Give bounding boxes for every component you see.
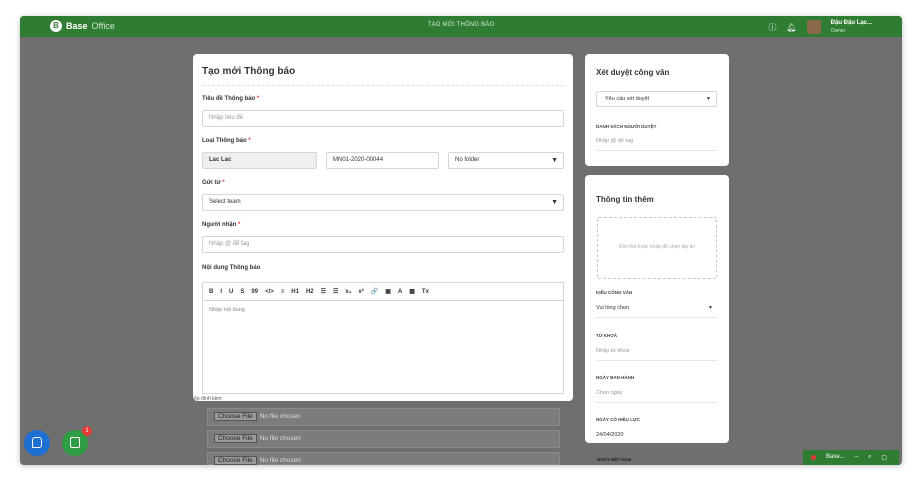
attachments-label: Tệp đính kèm: [191, 396, 222, 402]
to-input[interactable]: Nhập @ để tag: [202, 236, 564, 253]
ordered-list-icon[interactable]: ☰: [321, 288, 326, 295]
issue-date-label: NGÀY BAN HÀNH: [596, 375, 635, 380]
align-icon[interactable]: ≡: [281, 289, 285, 295]
clear-format-icon[interactable]: Tx: [422, 289, 429, 295]
user-name: Đậu Đậu Lạc...: [830, 20, 872, 26]
underline-icon[interactable]: U: [229, 289, 233, 295]
notification-badge: 1: [82, 426, 92, 436]
chevron-down-icon: ▼: [551, 199, 558, 206]
file-input[interactable]: Choose File No file chosen: [207, 452, 560, 465]
folder-select[interactable]: No folder ▼: [448, 152, 564, 169]
code-field[interactable]: MN01-2020-00044: [326, 152, 439, 169]
issue-date-input[interactable]: Chọn ngày: [596, 390, 623, 396]
chat-icon: [32, 437, 42, 448]
divider: [596, 317, 717, 318]
user-menu[interactable]: Đậu Đậu Lạc... Owner: [831, 19, 872, 35]
link-icon[interactable]: 🔗: [371, 288, 378, 295]
top-bar: B Base Office TẠO MỚI THÔNG BÁO ⓘ 🔔︎ Đậu…: [20, 16, 902, 37]
code-icon[interactable]: </>: [265, 289, 274, 295]
divider: [202, 85, 564, 86]
divider: [596, 150, 717, 151]
chat-label: Base...: [826, 454, 845, 460]
file-status: No file chosen: [259, 457, 301, 464]
to-label: Người nhận *: [202, 222, 241, 228]
superscript-icon[interactable]: x²: [358, 289, 363, 295]
file-status: No file chosen: [259, 413, 301, 420]
chevron-down-icon: ▼: [708, 305, 713, 311]
content-label: Nội dung Thông báo: [202, 265, 261, 271]
content-placeholder: Nhập nội dung: [209, 307, 245, 313]
help-icon[interactable]: ⓘ: [769, 22, 777, 33]
type-field: Lac Lac: [202, 152, 317, 169]
from-select[interactable]: Select team ▼: [202, 194, 564, 211]
h2-icon[interactable]: H2: [306, 289, 314, 295]
h1-icon[interactable]: H1: [291, 289, 299, 295]
choose-file-button[interactable]: Choose File: [214, 434, 257, 443]
approval-title: Xét duyệt công văn: [596, 68, 670, 77]
subject-label: Tiêu đề Thông báo *: [202, 96, 260, 102]
chevron-down-icon: ▼: [551, 157, 558, 164]
approval-card: Xét duyệt công văn Yêu cầu xét duyệt ▼ DA…: [585, 54, 729, 166]
topbar-actions: ⓘ 🔔︎ Đậu Đậu Lạc... Owner: [769, 19, 872, 35]
expire-date-label: NGÀY HẾT HẠN: [597, 457, 632, 462]
text-color-icon[interactable]: A: [398, 289, 402, 295]
doc-type-select[interactable]: Vui lòng chọn ▼: [596, 305, 717, 311]
keyword-label: TỪ KHOÁ: [596, 333, 617, 338]
keyword-input[interactable]: Nhập từ khoá: [596, 348, 629, 354]
choose-file-button[interactable]: Choose File: [214, 456, 257, 465]
image-icon[interactable]: ▣: [385, 288, 391, 295]
type-label: Loại Thông báo *: [202, 138, 251, 144]
italic-icon[interactable]: I: [220, 289, 222, 295]
strike-icon[interactable]: S: [240, 289, 244, 295]
search-icon[interactable]: ⌕: [868, 454, 871, 461]
divider: [596, 402, 717, 403]
approval-select[interactable]: Yêu cầu xét duyệt ▼: [596, 91, 717, 107]
chat-bar[interactable]: Base... – ⌕ ▢: [803, 450, 899, 465]
approvers-input[interactable]: Nhập @ để tag: [596, 138, 633, 144]
quote-icon[interactable]: 99: [251, 289, 258, 295]
editor-toolbar: B I U S 99 </> ≡ H1 H2 ☰ ☰ x₂ x² 🔗 ▣ A ▦ Tx: [202, 282, 564, 300]
extra-info-card: Thông tin thêm Kéo thả hoặc nhấp để chọn…: [585, 175, 729, 443]
file-dropzone[interactable]: Kéo thả hoặc nhấp để chọn tập tin: [597, 217, 717, 279]
file-input[interactable]: Choose File No file chosen: [207, 408, 560, 426]
chevron-down-icon: ▼: [706, 96, 711, 102]
bold-icon[interactable]: B: [209, 289, 213, 295]
status-dot-icon: [811, 455, 816, 460]
divider: [596, 360, 717, 361]
content-editor[interactable]: Nhập nội dung: [202, 300, 564, 394]
choose-file-button[interactable]: Choose File: [214, 412, 257, 421]
bell-icon[interactable]: 🔔︎: [787, 23, 797, 32]
extra-title: Thông tin thêm: [596, 195, 654, 204]
file-status: No file chosen: [259, 435, 301, 442]
doc-type-label: KIỂU CÔNG VĂN: [596, 290, 633, 295]
create-notice-card: Tạo mới Thông báo Tiêu đề Thông báo * Nh…: [193, 54, 573, 401]
subject-input[interactable]: Nhập tiêu đề: [202, 110, 564, 127]
from-label: Gửi từ *: [202, 180, 225, 186]
avatar[interactable]: [806, 20, 821, 34]
bullet-list-icon[interactable]: ☰: [333, 288, 338, 295]
approvers-label: DANH SÁCH NGƯỜI DUYỆT: [596, 124, 657, 129]
user-role: Owner: [830, 28, 846, 34]
expand-icon[interactable]: ▢: [881, 454, 887, 461]
clipboard-icon: [70, 437, 80, 448]
minimize-icon[interactable]: –: [855, 454, 858, 461]
effective-date-label: NGÀY CÓ HIỆU LỰC: [596, 417, 640, 422]
subscript-icon[interactable]: x₂: [345, 289, 351, 295]
background-color-icon[interactable]: ▦: [409, 288, 415, 295]
file-input[interactable]: Choose File No file chosen: [207, 430, 560, 448]
form-title: Tạo mới Thông báo: [202, 66, 296, 77]
effective-date-input[interactable]: 24/04/2020: [596, 432, 624, 438]
chat-fab[interactable]: [24, 430, 50, 456]
